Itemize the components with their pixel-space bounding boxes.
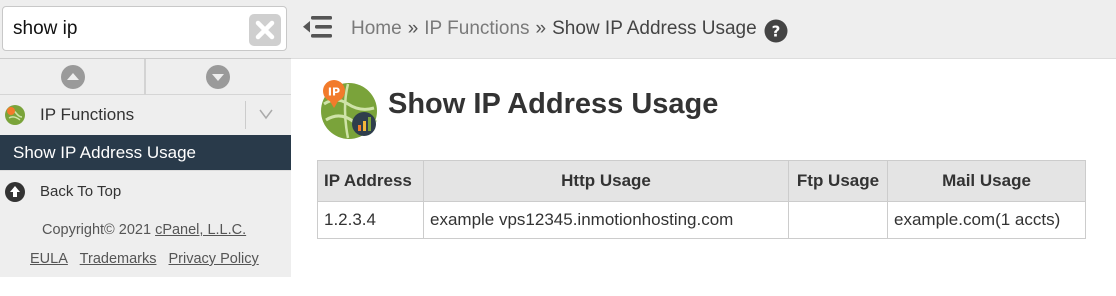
breadcrumb-ip-functions[interactable]: IP Functions <box>424 18 529 39</box>
cell-http-usage: example vps12345.inmotionhosting.com <box>423 201 789 239</box>
clear-icon <box>255 20 275 40</box>
footer-links: EULA Trademarks Privacy Policy <box>30 251 267 267</box>
privacy-policy-link[interactable]: Privacy Policy <box>169 251 259 267</box>
svg-text:IP: IP <box>328 86 340 99</box>
cell-ip-address: 1.2.3.4 <box>317 201 424 239</box>
table-row: 1.2.3.4 example vps12345.inmotionhosting… <box>317 201 1086 239</box>
breadcrumb-home[interactable]: Home <box>351 18 402 39</box>
cell-mail-usage: example.com(1 accts) <box>887 201 1086 239</box>
main-content: IP Show IP Address Usage IP Address Http… <box>291 59 1116 296</box>
divider <box>245 101 246 129</box>
ip-usage-icon: IP <box>321 80 378 139</box>
scroll-up-icon <box>67 73 79 80</box>
eula-link[interactable]: EULA <box>30 251 68 267</box>
back-to-top-link[interactable]: Back To Top <box>0 170 291 212</box>
svg-text:?: ? <box>772 23 781 41</box>
copyright-text: Copyright© 2021 <box>42 222 152 238</box>
top-bar: Home» IP Functions» Show IP Address Usage … <box>291 0 1116 59</box>
sidebar-item-label: Show IP Address Usage <box>13 143 197 162</box>
header-mail-usage: Mail Usage <box>887 160 1086 202</box>
breadcrumb-separator: » <box>407 18 419 39</box>
breadcrumb-current: Show IP Address Usage <box>552 18 757 39</box>
divider <box>144 59 146 95</box>
table-header-row: IP Address Http Usage Ftp Usage Mail Usa… <box>317 160 1086 202</box>
header-ftp-usage: Ftp Usage <box>788 160 888 202</box>
cpanel-link[interactable]: cPanel, L.L.C. <box>155 222 246 238</box>
header-http-usage: Http Usage <box>423 160 789 202</box>
back-to-top-label: Back To Top <box>40 183 122 200</box>
back-to-top-icon <box>5 182 25 202</box>
page-title: Show IP Address Usage <box>388 88 719 120</box>
breadcrumb-separator: » <box>535 18 547 39</box>
sidebar-scroll-controls <box>0 59 291 95</box>
scroll-down-button[interactable] <box>206 65 230 89</box>
header-ip-address: IP Address <box>317 160 424 202</box>
sidebar-footer: Copyright© 2021 cPanel, L.L.C. EULA Trad… <box>0 212 291 277</box>
sidebar-item-show-ip-address-usage[interactable]: Show IP Address Usage <box>0 135 291 170</box>
help-icon[interactable]: ? <box>764 19 788 43</box>
scroll-up-button[interactable] <box>61 65 85 89</box>
scroll-down-icon <box>212 74 224 81</box>
breadcrumb: Home» IP Functions» Show IP Address Usage <box>351 18 757 40</box>
menu-toggle-icon[interactable] <box>301 14 333 40</box>
sidebar-group-label: IP Functions <box>40 105 135 124</box>
sidebar: IP Functions Show IP Address Usage Back … <box>0 0 291 296</box>
ip-usage-table: IP Address Http Usage Ftp Usage Mail Usa… <box>317 160 1086 239</box>
ip-functions-icon <box>5 105 25 125</box>
chevron-down-icon[interactable] <box>258 108 274 120</box>
sidebar-group-ip-functions[interactable]: IP Functions <box>0 95 291 135</box>
clear-search-button[interactable] <box>249 14 281 46</box>
trademarks-link[interactable]: Trademarks <box>80 251 157 267</box>
search-bar <box>0 0 291 59</box>
cell-ftp-usage <box>788 201 888 239</box>
copyright: Copyright© 2021 cPanel, L.L.C. <box>42 222 246 238</box>
search-input[interactable] <box>2 6 287 51</box>
